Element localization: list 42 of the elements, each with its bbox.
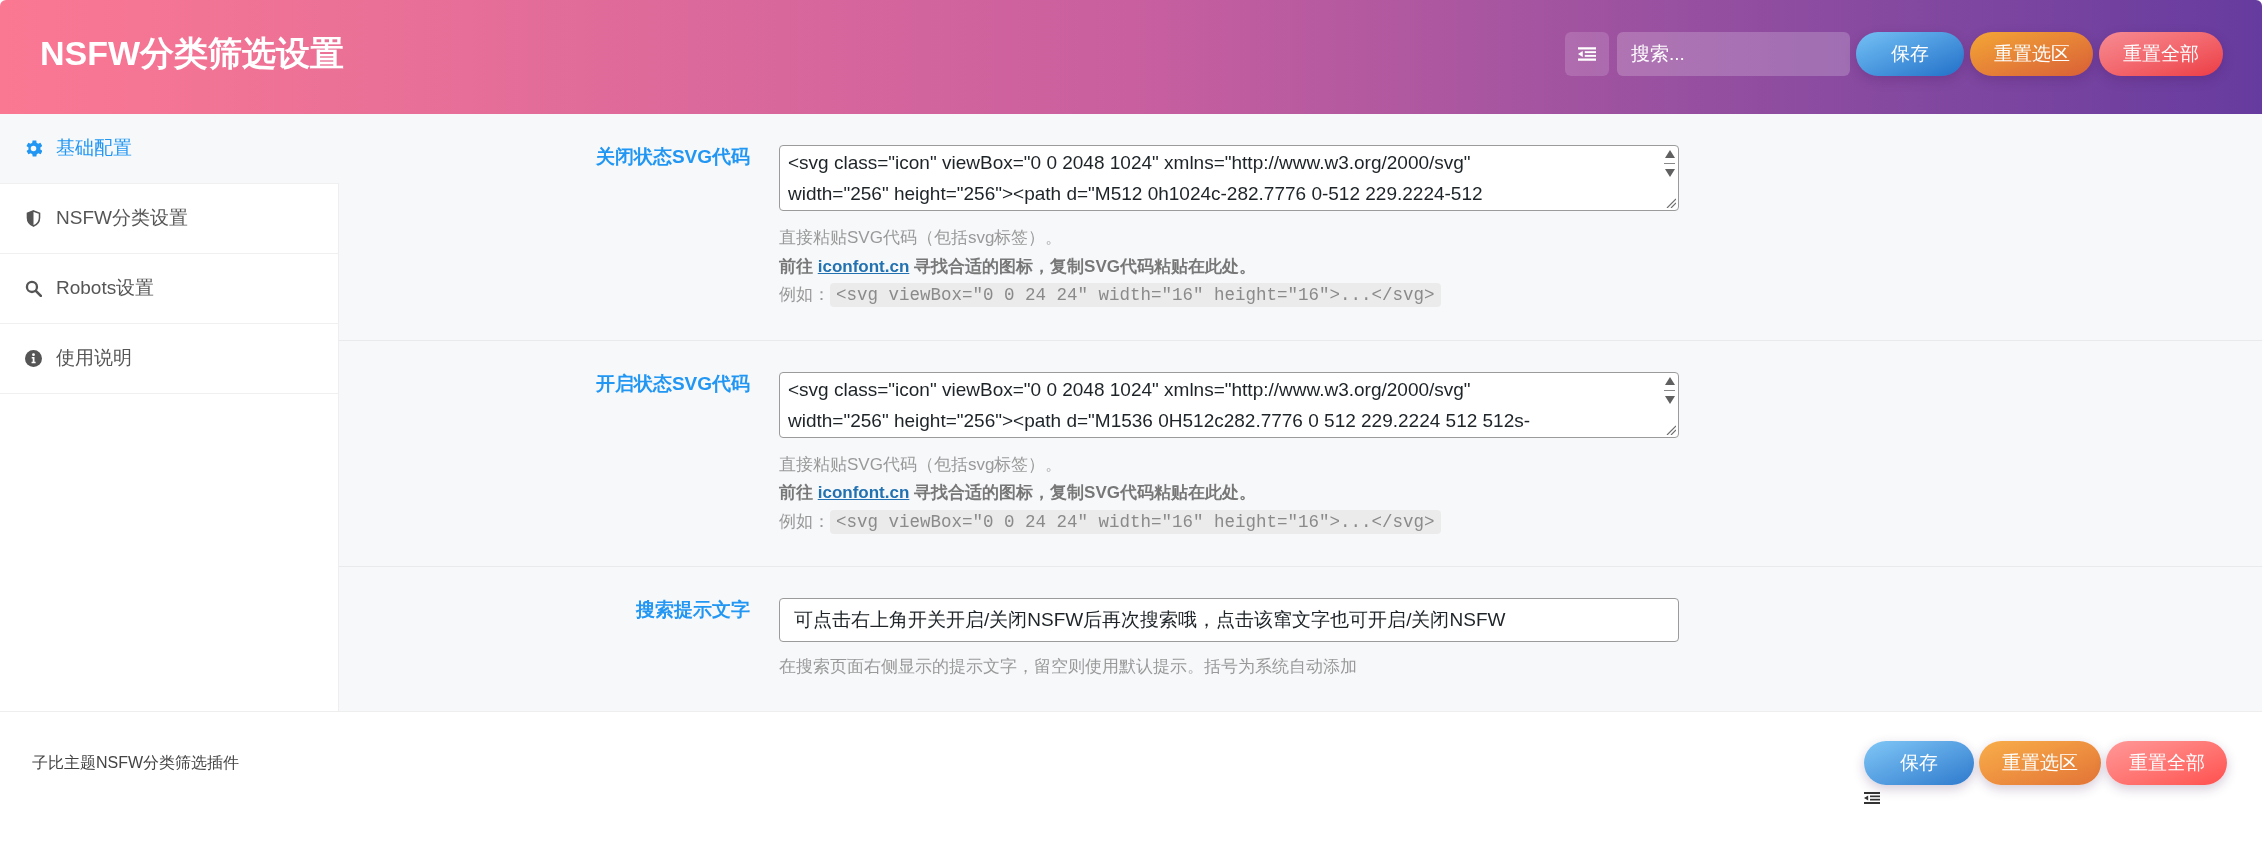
resize-grip-icon[interactable]	[1666, 424, 1676, 435]
code-example: <svg viewBox="0 0 24 24" width="16" height="16">...</svg>	[830, 283, 1441, 308]
scroll-down-icon[interactable]	[1664, 169, 1675, 177]
help-text: 直接粘贴SVG代码（包括svg标签）。	[779, 453, 1063, 476]
reset-section-button[interactable]: 重置选区	[1970, 32, 2093, 76]
indent-icon	[1578, 47, 1596, 61]
field-label: 开启状态SVG代码	[594, 371, 750, 396]
search-icon	[25, 280, 42, 297]
reset-all-button[interactable]: 重置全部	[2106, 741, 2227, 785]
iconfont-link[interactable]: iconfont.cn	[817, 483, 910, 502]
help-text: 在搜索页面右侧显示的提示文字，留空则使用默认提示。括号为系统自动添加	[779, 656, 1357, 678]
field-label: 搜索提示文字	[634, 598, 750, 622]
field-label: 关闭状态SVG代码	[594, 145, 750, 169]
sidebar-item[interactable]: 基础配置	[0, 114, 339, 184]
scroll-down-icon[interactable]	[1664, 395, 1675, 404]
reset-all-button[interactable]: 重置全部	[2099, 32, 2223, 76]
iconfont-link[interactable]: iconfont.cn	[817, 256, 910, 276]
save-button[interactable]: 保存	[1864, 741, 1974, 785]
footer-text: 子比主题NSFW分类筛选插件	[32, 753, 240, 773]
reset-section-button[interactable]: 重置选区	[1979, 741, 2101, 785]
shield-icon	[25, 210, 42, 227]
sidebar-item[interactable]: NSFW分类设置	[0, 184, 339, 254]
code-example: <svg viewBox="0 0 24 24" width="16" height="16">...</svg>	[830, 509, 1441, 534]
code-textarea[interactable]: <svg class="icon" viewBox="0 0 2048 1024" xmlns="http://www.w3.org/2000/svg" width="256" height="256"><path d="M1536 0H512c282.7776 0 512 229.2224 512 512s-	[779, 371, 1679, 438]
info-icon	[25, 350, 42, 367]
example-label: 例如：	[779, 284, 830, 306]
indent-icon[interactable]	[1864, 792, 1880, 804]
gear-icon	[25, 140, 42, 157]
help-text: 前往 iconfont.cn 寻找合适的图标，复制SVG代码粘贴在此处。	[779, 255, 1256, 278]
sidebar-item[interactable]: 使用说明	[0, 324, 339, 394]
scroll-up-icon[interactable]	[1664, 150, 1675, 158]
resize-grip-icon[interactable]	[1666, 198, 1676, 208]
scroll-up-icon[interactable]	[1664, 376, 1675, 385]
help-text: 直接粘贴SVG代码（包括svg标签）。	[779, 227, 1063, 249]
menu-button[interactable]	[1565, 32, 1609, 76]
sidebar-item[interactable]: Robots设置	[0, 254, 339, 324]
code-textarea[interactable]: <svg class="icon" viewBox="0 0 2048 1024" xmlns="http://www.w3.org/2000/svg" width="256" height="256"><path d="M512 0h1024c-282.7776 0-512 229.2224-512	[779, 145, 1679, 211]
save-button[interactable]: 保存	[1856, 32, 1964, 76]
help-text: 前往 iconfont.cn 寻找合适的图标，复制SVG代码粘贴在此处。	[779, 482, 1256, 504]
page-title: NSFW分类筛选设置	[40, 33, 345, 73]
text-input[interactable]: 可点击右上角开关开启/关闭NSFW后再次搜索哦，点击该窜文字也可开启/关闭NSFW	[779, 598, 1679, 642]
example-label: 例如：	[779, 510, 830, 533]
